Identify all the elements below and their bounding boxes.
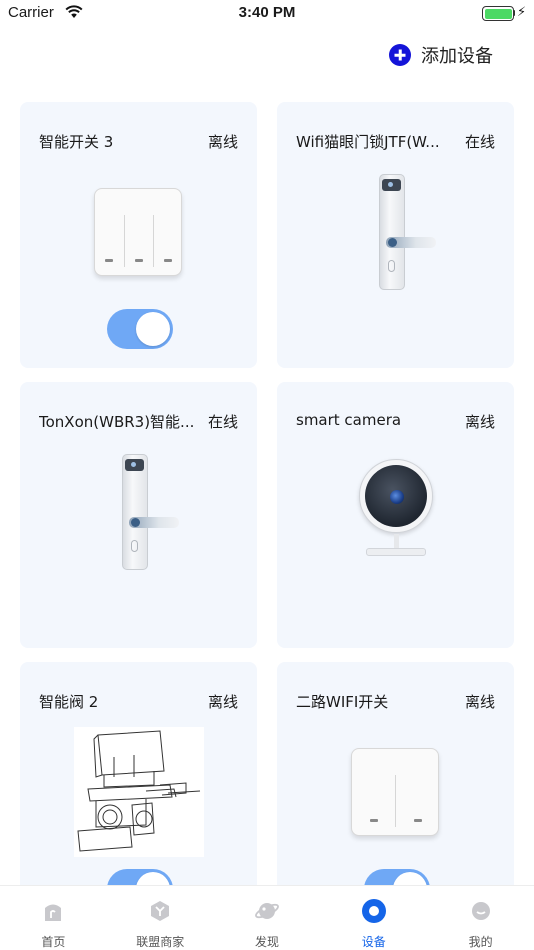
device-name: 二路WIFI开关 (296, 693, 389, 711)
device-name: smart camera (296, 411, 402, 429)
device-status: 离线 (207, 693, 238, 711)
device-name: Wifi猫眼门锁JTF(W... (296, 133, 440, 151)
clock: 3:40 PM (238, 4, 296, 21)
tab-label: 联盟商家 (136, 935, 185, 949)
device-grid: 智能开关 3 离线 Wifi猫眼门锁JTF(W... 在线 TonXon(WBR… (20, 102, 514, 885)
battery-cap (513, 10, 515, 16)
device-power-toggle[interactable] (107, 869, 173, 885)
profile-icon (471, 902, 490, 920)
tab-label: 我的 (468, 935, 493, 949)
device-power-toggle[interactable] (364, 869, 430, 885)
device-name: 智能开关 3 (39, 133, 114, 151)
tab-merchants[interactable]: 联盟商家 (107, 886, 214, 950)
device-card-smart-camera[interactable]: smart camera 离线 (277, 382, 514, 648)
plus-circle-icon (389, 44, 411, 66)
two-gang-switch-image (351, 748, 439, 836)
device-status: 离线 (464, 693, 495, 711)
add-device-button[interactable]: 添加设备 (389, 42, 493, 68)
charging-icon: ⚡ (517, 5, 527, 20)
door-lock-image (379, 174, 439, 292)
device-power-toggle[interactable] (107, 309, 173, 349)
device-card-switch-3[interactable]: 智能开关 3 离线 (20, 102, 257, 368)
tab-bar: 首页 联盟商家 发现 设备 我的 (0, 885, 534, 950)
device-status: 离线 (464, 413, 495, 431)
device-card-door-lock-jtf[interactable]: Wifi猫眼门锁JTF(W... 在线 (277, 102, 514, 368)
device-status: 在线 (464, 133, 495, 151)
three-gang-switch-image (94, 188, 182, 276)
door-lock-image (122, 454, 182, 572)
tab-label: 首页 (41, 935, 66, 949)
tab-label: 设备 (361, 935, 386, 949)
toggle-knob (136, 312, 170, 346)
device-card-two-gang-switch[interactable]: 二路WIFI开关 离线 (277, 662, 514, 885)
device-name: 智能阀 2 (39, 693, 99, 711)
device-status: 离线 (207, 133, 238, 151)
planet-icon (255, 903, 279, 919)
add-device-label: 添加设备 (421, 46, 493, 67)
merchant-icon (151, 901, 170, 921)
tab-home[interactable]: 首页 (0, 886, 107, 950)
device-status: 在线 (207, 413, 238, 431)
device-card-door-lock-tonxon[interactable]: TonXon(WBR3)智能... 在线 (20, 382, 257, 648)
home-icon (45, 904, 62, 921)
valve-image (74, 727, 204, 857)
tab-label: 发现 (254, 935, 279, 949)
toggle-knob (136, 872, 170, 885)
toggle-knob (393, 872, 427, 885)
battery-icon (482, 6, 514, 21)
device-name: TonXon(WBR3)智能... (39, 413, 195, 431)
device-card-valve-2[interactable]: 智能阀 2 离线 (20, 662, 257, 885)
tab-profile[interactable]: 我的 (427, 886, 534, 950)
tab-devices[interactable]: 设备 (320, 886, 427, 950)
device-icon (361, 899, 386, 923)
status-bar: Carrier 3:40 PM ⚡ (0, 0, 534, 28)
tab-discover[interactable]: 发现 (214, 886, 321, 950)
